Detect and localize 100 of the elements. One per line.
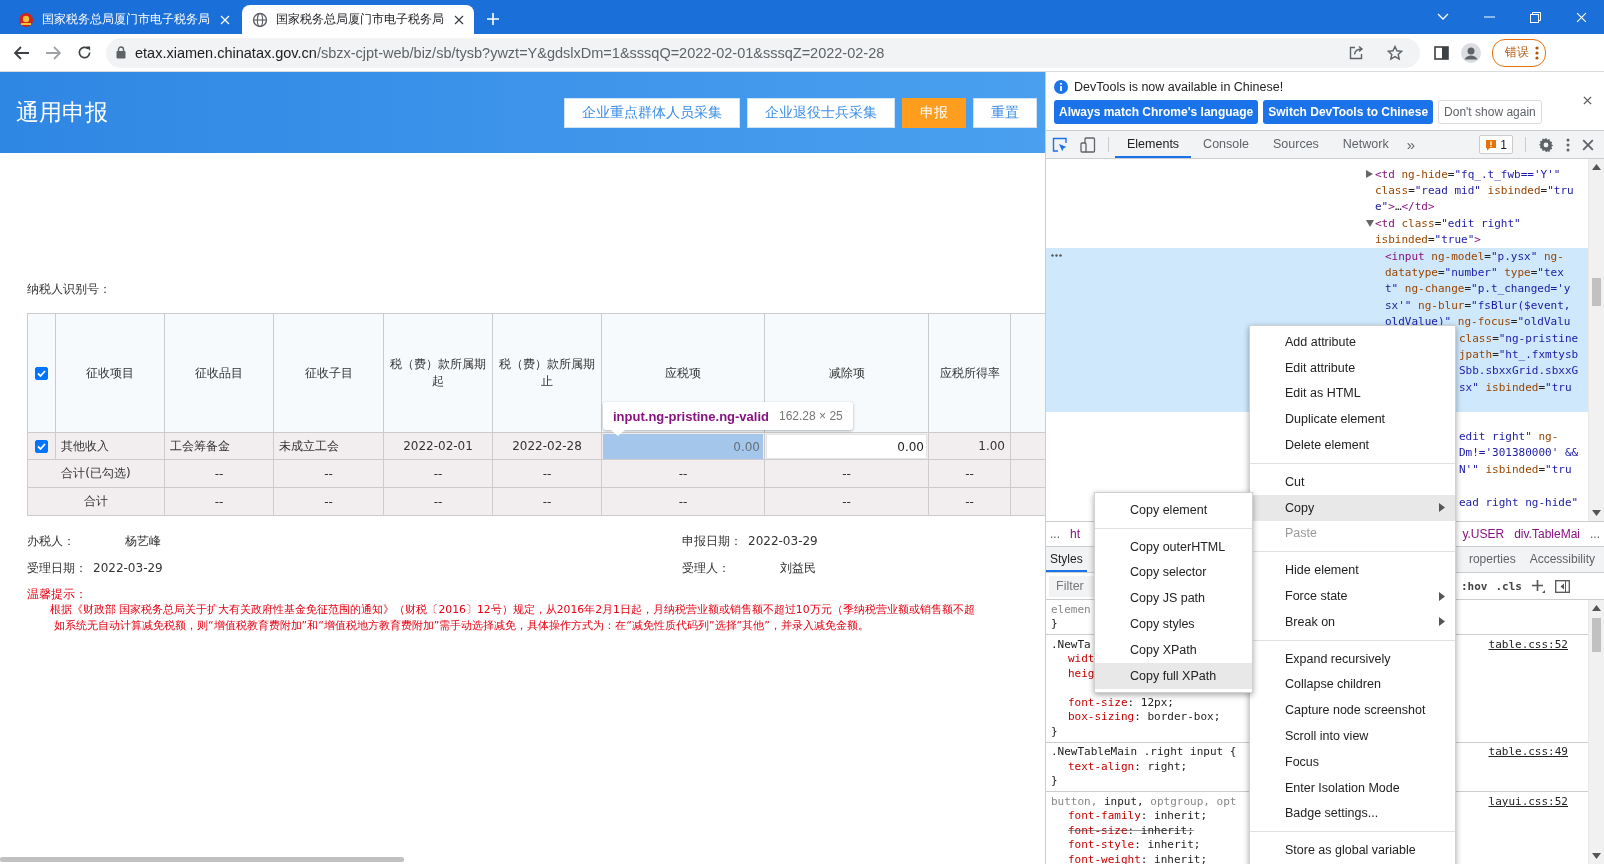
infobar-button[interactable]: Always match Chrome's language <box>1054 100 1259 124</box>
code-line[interactable]: <td ng-hide="fq_.t_fwb=='Y'" <box>1375 167 1561 181</box>
menu-item[interactable]: Break on <box>1250 608 1455 635</box>
code-line[interactable]: sx" isbinded="tru <box>1459 380 1572 394</box>
pane-tab[interactable]: Styles <box>1046 547 1087 572</box>
caret-down-icon[interactable] <box>1366 219 1374 227</box>
css-declaration[interactable]: box-sizing: border-box; <box>1068 710 1221 724</box>
profile-icon[interactable] <box>1461 42 1481 63</box>
css-declaration[interactable]: widt <box>1068 652 1095 666</box>
panel-tab[interactable]: Network <box>1330 131 1401 158</box>
add-icon[interactable] <box>1532 579 1545 593</box>
kebab-menu-icon[interactable] <box>1535 45 1539 60</box>
kebab-menu-icon[interactable] <box>1566 137 1570 152</box>
scroll-up-icon[interactable] <box>1592 605 1601 611</box>
code-line[interactable]: jpath="ht_.fxmtysb <box>1459 348 1579 361</box>
checkbox[interactable] <box>35 440 48 453</box>
share-icon[interactable] <box>1348 45 1364 60</box>
menu-item[interactable]: Expand recursively <box>1250 645 1455 672</box>
action-button[interactable]: 重置 <box>973 97 1037 128</box>
menu-item[interactable]: Add attribute <box>1250 329 1455 355</box>
close-icon[interactable] <box>1582 138 1594 151</box>
new-tab-icon[interactable] <box>486 12 500 26</box>
menu-item[interactable]: Force state <box>1250 583 1455 609</box>
menu-item[interactable]: Badge settings... <box>1250 800 1455 827</box>
code-line[interactable]: N'" isbinded="tru <box>1459 462 1572 476</box>
toggle-button[interactable]: :hov <box>1461 579 1488 593</box>
code-line[interactable]: <td class="edit right" <box>1375 216 1521 230</box>
issues-button[interactable]: 1 <box>1479 135 1513 154</box>
menu-item[interactable]: Edit as HTML <box>1250 380 1455 407</box>
caret-right-icon[interactable] <box>1366 170 1373 179</box>
star-icon[interactable] <box>1387 44 1403 61</box>
code-line[interactable]: Dm!='301380000' && <box>1459 446 1579 460</box>
error-menu-button[interactable]: 错误 <box>1492 38 1546 67</box>
breadcrumb[interactable]: div.TableMai <box>1514 527 1580 541</box>
css-declaration[interactable]: font-size: 12px; <box>1068 695 1174 709</box>
scrollbar-thumb[interactable] <box>1592 278 1601 306</box>
menu-item[interactable]: Scroll into view <box>1250 723 1455 749</box>
code-line[interactable]: isbinded="true"> <box>1375 233 1481 247</box>
close-icon[interactable] <box>454 14 464 25</box>
menu-item[interactable]: Hide element <box>1250 557 1455 584</box>
address-field[interactable]: etax.xiamen.chinatax.gov.cn/sbzx-cjpt-web/biz/sb/tysb?ywzt=Y&gdslxDm=1&sssqQ=2022-02-01&sssqZ=2022-02-28 <box>106 37 1420 68</box>
panel-tab[interactable]: Console <box>1191 131 1261 158</box>
menu-item[interactable]: Copy XPath <box>1095 637 1252 663</box>
panel-tab[interactable]: Sources <box>1261 131 1331 158</box>
menu-item[interactable]: Cut <box>1250 469 1455 495</box>
menu-item[interactable]: Copy styles <box>1095 611 1252 637</box>
menu-item[interactable]: Capture node screenshot <box>1250 697 1455 724</box>
more-button[interactable]: ... <box>1050 527 1060 541</box>
close-icon[interactable] <box>1583 96 1592 105</box>
back-icon[interactable] <box>14 45 30 60</box>
panel-tab[interactable]: Elements <box>1115 131 1192 158</box>
menu-item[interactable]: Edit attribute <box>1250 354 1455 381</box>
menu-item[interactable]: Collapse children <box>1250 671 1455 698</box>
css-declaration[interactable]: text-align: right; <box>1068 759 1188 773</box>
css-declaration[interactable]: font-size: inherit; <box>1068 823 1194 837</box>
menu-item[interactable]: Copy element <box>1095 497 1252 523</box>
menu-item[interactable]: Duplicate element <box>1250 406 1455 433</box>
menu-item[interactable]: Copy JS path <box>1095 585 1252 612</box>
code-line[interactable]: e">…</td> <box>1375 200 1435 214</box>
breadcrumb[interactable]: y.USER <box>1462 527 1505 541</box>
scrollbar-thumb[interactable] <box>1592 618 1601 652</box>
menu-item[interactable]: Copy <box>1250 494 1455 521</box>
toggle-button[interactable]: .cls <box>1495 579 1522 593</box>
code-line[interactable]: edit right" ng- <box>1459 429 1559 443</box>
source-link[interactable]: table.css:49 <box>1488 745 1568 759</box>
settings-icon[interactable] <box>1538 136 1554 153</box>
action-button[interactable]: 企业重点群体人员采集 <box>564 97 740 128</box>
device-toolbar-icon[interactable] <box>1080 136 1096 153</box>
menu-item[interactable]: Delete element <box>1250 432 1455 458</box>
scroll-up-icon[interactable] <box>1592 164 1601 170</box>
more-tabs-button[interactable]: » <box>1400 131 1422 158</box>
browser-tab[interactable]: 国家税务总局厦门市电子税务局 <box>242 5 474 34</box>
source-link[interactable]: layui.css:52 <box>1488 794 1568 808</box>
scroll-down-icon[interactable] <box>1592 853 1601 859</box>
more-icon[interactable] <box>1051 253 1062 257</box>
menu-item[interactable]: Store as global variable <box>1250 837 1455 864</box>
css-declaration[interactable]: font-family: inherit; <box>1068 809 1208 823</box>
sidebar-toggle-icon[interactable] <box>1555 579 1570 593</box>
infobar-button[interactable]: Switch DevTools to Chinese <box>1263 100 1434 124</box>
pane-tab[interactable]: roperties <box>1464 547 1520 572</box>
css-declaration[interactable]: heig <box>1068 666 1095 680</box>
amount-field[interactable]: 0.00 <box>766 433 927 459</box>
action-button[interactable]: 企业退役士兵采集 <box>747 97 895 128</box>
reload-icon[interactable] <box>76 45 92 60</box>
chevron-down-icon[interactable] <box>1437 13 1449 21</box>
menu-item[interactable]: Copy full XPath <box>1095 662 1252 689</box>
menu-item[interactable]: Copy selector <box>1095 559 1252 586</box>
inspect-icon[interactable] <box>1052 136 1068 153</box>
scroll-down-icon[interactable] <box>1592 510 1601 516</box>
source-link[interactable]: table.css:52 <box>1488 637 1568 651</box>
pane-tab[interactable]: Accessibility <box>1525 547 1599 572</box>
browser-tab[interactable]: 国家税务总局厦门市电子税务局 <box>8 5 240 34</box>
code-line[interactable]: class="ng-pristine <box>1459 331 1579 345</box>
scrollbar-thumb[interactable] <box>0 857 404 862</box>
checkbox[interactable] <box>35 366 48 380</box>
code-line[interactable]: Sbb.sbxxGrid.sbxxG <box>1459 364 1579 378</box>
css-declaration[interactable]: font-style: inherit; <box>1068 838 1201 852</box>
breadcrumb[interactable]: ht <box>1070 527 1081 541</box>
menu-item[interactable]: Focus <box>1250 748 1455 775</box>
sidebar-icon[interactable] <box>1433 45 1449 60</box>
